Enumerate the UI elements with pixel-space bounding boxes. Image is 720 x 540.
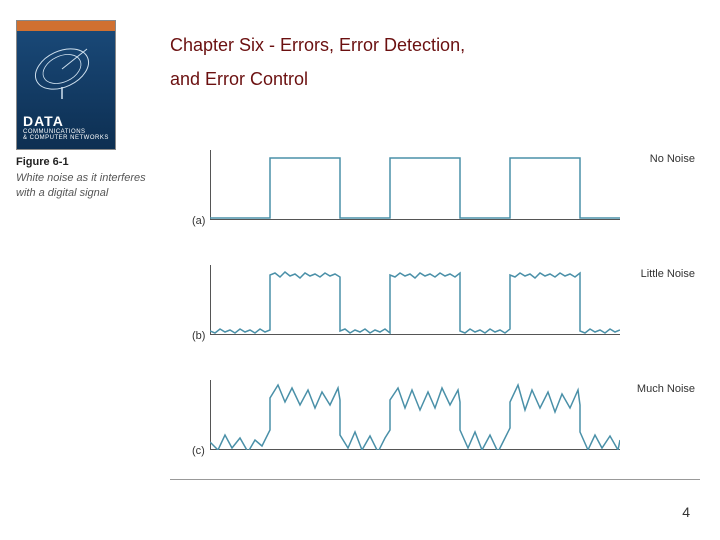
page-number: 4 (682, 504, 690, 520)
row-c-label-left: (c) (192, 445, 205, 457)
book-cover-thumbnail: DATA COMMUNICATIONS & COMPUTER NETWORKS (16, 20, 116, 150)
book-title-sub2: & COMPUTER NETWORKS (23, 135, 109, 141)
signal-b-wave (210, 265, 620, 335)
signal-diagram: (a) No Noise (b) Little Noise (c) Much N… (170, 135, 700, 480)
row-a-label-right: No Noise (650, 153, 695, 165)
figure-caption: Figure 6-1 White noise as it interferes … (16, 155, 146, 200)
row-c-label-right: Much Noise (637, 383, 695, 395)
signal-row-a: (a) No Noise (170, 145, 700, 245)
signal-row-c: (c) Much Noise (170, 375, 700, 475)
signal-c-wave (210, 380, 620, 450)
satellite-dish-icon (27, 39, 107, 99)
row-b-label-right: Little Noise (641, 268, 695, 280)
row-b-label-left: (b) (192, 330, 205, 342)
chapter-title: Chapter Six - Errors, Error Detection, a… (170, 28, 465, 96)
chapter-title-line2: and Error Control (170, 62, 465, 96)
book-cover-accent (17, 21, 115, 31)
book-title-block: DATA COMMUNICATIONS & COMPUTER NETWORKS (23, 113, 109, 141)
chapter-title-line1: Chapter Six - Errors, Error Detection, (170, 28, 465, 62)
row-a-label-left: (a) (192, 215, 205, 227)
figure-description: White noise as it interferes with a digi… (16, 172, 146, 198)
signal-row-b: (b) Little Noise (170, 260, 700, 360)
book-title-main: DATA (23, 113, 109, 129)
signal-a-wave (210, 150, 620, 220)
figure-number: Figure 6-1 (16, 155, 146, 169)
